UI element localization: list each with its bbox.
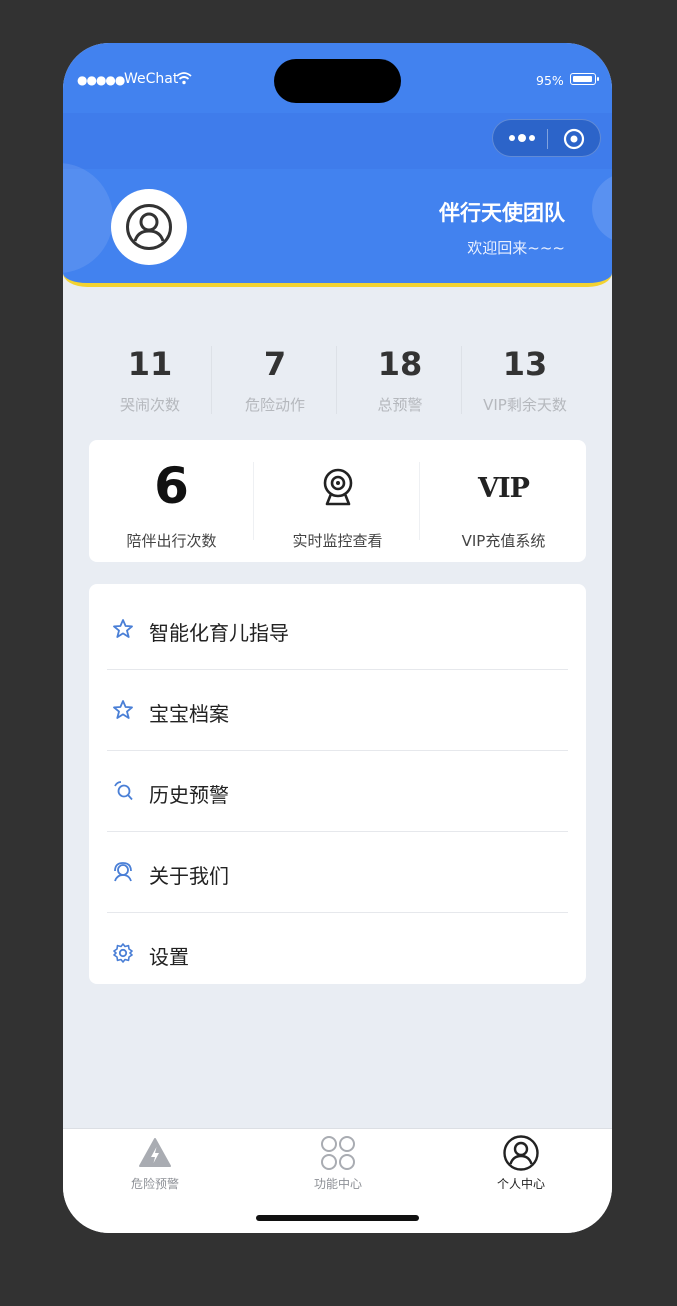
quick-actions-card: 6 陪伴出行次数 实时监控查看 VIP VIP充值系统	[89, 440, 586, 562]
carrier-name: WeChat	[124, 71, 179, 87]
stat-cry-count[interactable]: 11 哭闹次数	[88, 338, 212, 428]
menu-item-settings[interactable]: 设置	[107, 914, 568, 994]
divider	[461, 346, 462, 414]
vip-recharge-tile[interactable]: VIP VIP充值系统	[421, 440, 586, 562]
tab-danger-alerts[interactable]: 危险预警	[75, 1133, 235, 1192]
tab-personal-center[interactable]: 个人中心	[441, 1133, 601, 1192]
status-bar: ●●●●● WeChat 95%	[63, 43, 612, 113]
live-monitor-label: 实时监控查看	[292, 532, 383, 550]
live-monitor-tile[interactable]: 实时监控查看	[255, 440, 420, 562]
user-icon	[503, 1135, 539, 1171]
stat-vip-days[interactable]: 13 VIP剩余天数	[463, 338, 587, 428]
menu-list: 智能化育儿指导 宝宝档案 历史预警 关于我们 设置	[89, 584, 586, 984]
star-icon	[113, 619, 133, 638]
stat-label: 哭闹次数	[119, 396, 180, 414]
divider	[336, 346, 337, 414]
wifi-icon	[176, 72, 192, 85]
tab-label: 个人中心	[496, 1177, 545, 1191]
menu-item-label: 关于我们	[149, 864, 229, 888]
more-icon[interactable]	[507, 130, 537, 146]
stat-label: 总预警	[377, 396, 423, 414]
miniprogram-capsule	[492, 119, 601, 157]
divider	[107, 750, 568, 751]
menu-item-label: 设置	[149, 945, 189, 969]
vip-logo: VIP	[478, 472, 530, 504]
gear-icon	[113, 943, 133, 963]
stat-value: 13	[502, 345, 548, 383]
decor-circle	[63, 163, 113, 273]
warning-icon	[139, 1138, 171, 1167]
menu-item-label: 历史预警	[149, 783, 229, 807]
divider	[107, 831, 568, 832]
trips-count-tile[interactable]: 6 陪伴出行次数	[89, 440, 254, 562]
phone-screen: ●●●●● WeChat 95% 伴行天使团队 欢迎回来~~~ 11 哭闹次数 …	[63, 43, 612, 1233]
trips-count-value: 6	[154, 457, 189, 515]
capsule-divider	[547, 129, 548, 149]
user-icon	[126, 204, 172, 250]
stat-value: 11	[127, 345, 173, 383]
home-indicator	[256, 1215, 419, 1221]
avatar[interactable]	[111, 189, 187, 265]
menu-item-label: 智能化育儿指导	[149, 621, 289, 645]
menu-item-baby-profile[interactable]: 宝宝档案	[107, 671, 568, 751]
stat-value: 7	[263, 345, 287, 383]
stat-label: VIP剩余天数	[483, 396, 567, 414]
divider	[211, 346, 212, 414]
menu-item-label: 宝宝档案	[149, 702, 229, 726]
close-miniprogram-icon[interactable]	[563, 128, 585, 150]
stat-total-alerts[interactable]: 18 总预警	[338, 338, 462, 428]
stat-label: 危险动作	[244, 396, 305, 414]
tab-label: 危险预警	[130, 1177, 179, 1191]
grid-icon	[321, 1136, 355, 1170]
battery-percent: 95%	[536, 73, 564, 88]
dynamic-island	[274, 59, 401, 103]
divider	[419, 462, 420, 540]
menu-item-alert-history[interactable]: 历史预警	[107, 752, 568, 832]
team-name: 伴行天使团队	[439, 201, 565, 225]
trips-count-label: 陪伴出行次数	[126, 532, 217, 550]
divider	[253, 462, 254, 540]
divider	[107, 912, 568, 913]
signal-indicator: ●●●●●	[77, 73, 125, 87]
welcome-text: 欢迎回来~~~	[467, 239, 565, 257]
menu-item-about-us[interactable]: 关于我们	[107, 833, 568, 913]
vip-recharge-label: VIP充值系统	[461, 532, 546, 550]
tab-label: 功能中心	[313, 1177, 362, 1191]
camera-icon	[323, 468, 352, 506]
team-icon	[114, 862, 132, 882]
divider	[107, 669, 568, 670]
stats-row: 11 哭闹次数 7 危险动作 18 总预警 13 VIP剩余天数	[88, 338, 587, 428]
profile-header: ●●●●● WeChat 95% 伴行天使团队 欢迎回来~~~	[63, 43, 612, 287]
battery-icon	[570, 73, 599, 85]
tab-function-center[interactable]: 功能中心	[258, 1133, 418, 1192]
stat-danger-actions[interactable]: 7 危险动作	[213, 338, 337, 428]
star-icon	[113, 700, 133, 719]
stat-value: 18	[377, 345, 423, 383]
history-icon	[114, 781, 133, 801]
menu-item-parenting-guide[interactable]: 智能化育儿指导	[107, 590, 568, 670]
decor-circle	[592, 173, 612, 243]
